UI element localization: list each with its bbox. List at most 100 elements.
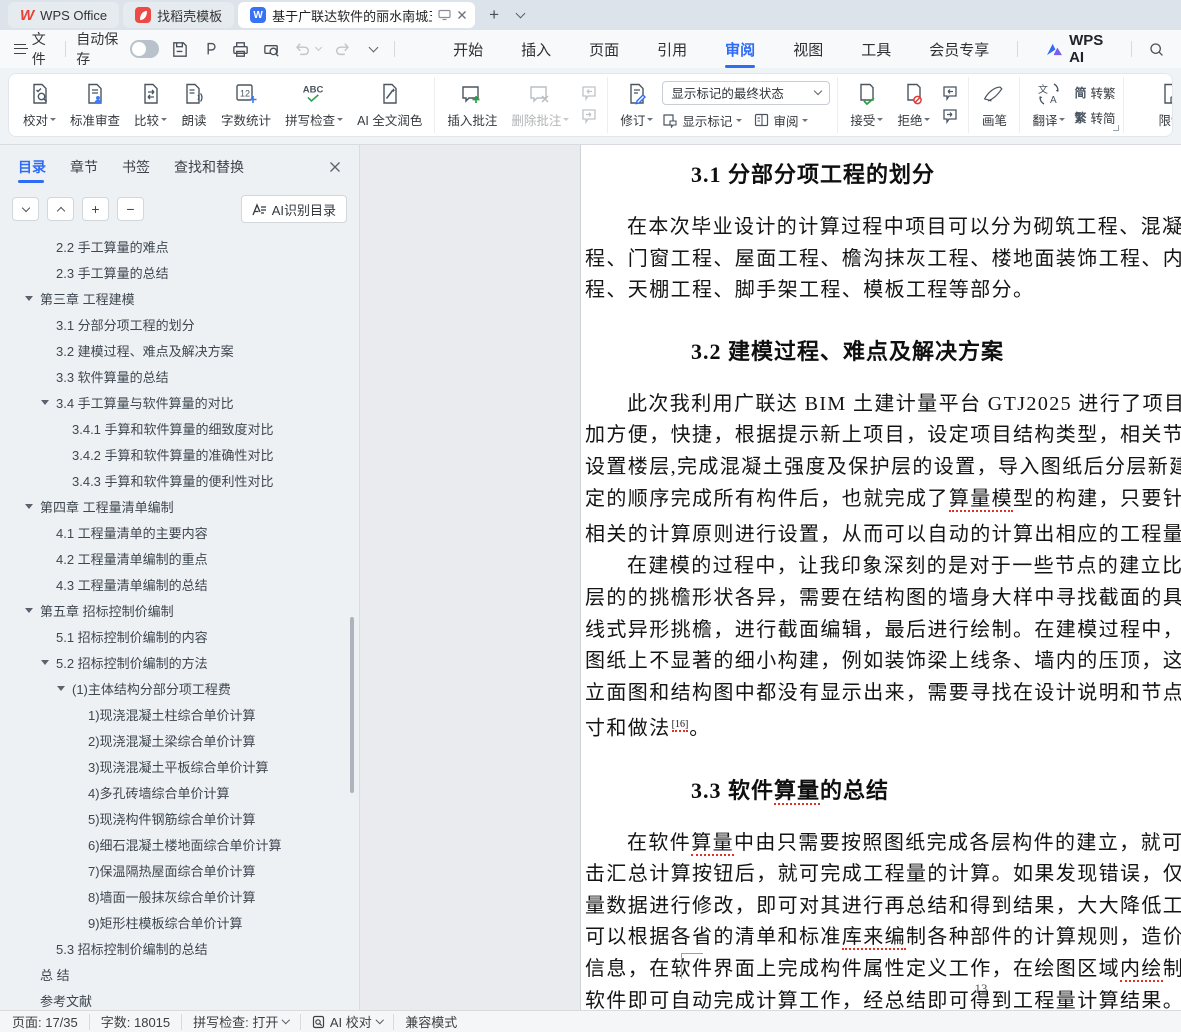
undo-button[interactable]: [292, 37, 313, 61]
restrict-edit-button[interactable]: 限制: [1153, 79, 1173, 131]
expand-all-button[interactable]: [12, 197, 39, 221]
toc-item[interactable]: 1)现浇混凝土柱综合单价计算: [0, 701, 359, 727]
document-page[interactable]: 3.1 分部分项工程的划分在本次毕业设计的计算过程中项目可以分为砌筑工程、混凝土…: [580, 145, 1181, 1010]
next-revision-icon[interactable]: [939, 108, 961, 126]
toc-item[interactable]: 总 结: [0, 961, 359, 987]
translate-button[interactable]: 文A 翻译: [1027, 79, 1070, 131]
wps-ai-button[interactable]: WPS AI: [1046, 32, 1111, 66]
show-markup-button[interactable]: 显示标记: [662, 111, 742, 130]
collapse-all-button[interactable]: [47, 197, 74, 221]
collapse-arrow-icon[interactable]: [25, 608, 33, 613]
ai-proofread-status[interactable]: AI 校对: [312, 1012, 382, 1031]
toc-item[interactable]: 6)细石混凝土楼地面综合单价计算: [0, 831, 359, 857]
menu-tab-页面[interactable]: 页面: [587, 31, 621, 68]
menu-tab-会员专享[interactable]: 会员专享: [927, 31, 991, 68]
toc-item[interactable]: 3.2 建模过程、难点及解决方案: [0, 337, 359, 363]
toc-item[interactable]: (1)主体结构分部分项工程费: [0, 675, 359, 701]
previous-revision-icon[interactable]: [939, 85, 961, 103]
ai-polish-button[interactable]: AI 全文润色: [352, 79, 427, 131]
to-simplified-button[interactable]: 繁 转简: [1074, 108, 1115, 127]
toc-item[interactable]: 3.1 分部分项工程的划分: [0, 311, 359, 337]
save-button[interactable]: [169, 37, 190, 61]
file-menu[interactable]: 文件: [14, 29, 55, 69]
delete-comment-button[interactable]: 删除批注: [506, 79, 574, 131]
insert-comment-button[interactable]: 插入批注: [442, 79, 502, 131]
sidebar-tab-查找和替换[interactable]: 查找和替换: [174, 145, 244, 189]
search-icon[interactable]: [1146, 37, 1167, 61]
toc-item[interactable]: 3.4.2 手算和软件算量的准确性对比: [0, 441, 359, 467]
toc-item[interactable]: 3.4 手工算量与软件算量的对比: [0, 389, 359, 415]
next-comment-icon[interactable]: [578, 108, 600, 126]
toc-item[interactable]: 2.3 手工算量的总结: [0, 259, 359, 285]
tab-docer-templates[interactable]: 找稻壳模板: [123, 2, 234, 28]
toc-item[interactable]: 5.3 招标控制价编制的总结: [0, 935, 359, 961]
menu-tab-视图[interactable]: 视图: [791, 31, 825, 68]
markup-state-select[interactable]: 显示标记的最终状态: [662, 81, 830, 105]
spell-check-button[interactable]: ABC 拼写检查: [280, 79, 348, 131]
collapse-arrow-icon[interactable]: [41, 660, 49, 665]
brush-button[interactable]: 画笔: [976, 79, 1012, 131]
export-pdf-button[interactable]: [200, 37, 221, 61]
sidebar-scrollbar[interactable]: [350, 617, 354, 793]
toc-item[interactable]: 4.1 工程量清单的主要内容: [0, 519, 359, 545]
menu-tab-开始[interactable]: 开始: [451, 31, 485, 68]
close-sidebar-icon[interactable]: [329, 161, 341, 173]
menu-tab-审阅[interactable]: 审阅: [723, 31, 757, 68]
toc-item[interactable]: 7)保温隔热屋面综合单价计算: [0, 857, 359, 883]
revision-button[interactable]: 修订: [615, 79, 658, 131]
toc-item[interactable]: 第五章 招标控制价编制: [0, 597, 359, 623]
toc-item[interactable]: 8)墙面一般抹灰综合单价计算: [0, 883, 359, 909]
collapse-arrow-icon[interactable]: [25, 504, 33, 509]
toc-item[interactable]: 5.2 招标控制价编制的方法: [0, 649, 359, 675]
toc-item[interactable]: 4.2 工程量清单编制的重点: [0, 545, 359, 571]
tab-wps-office[interactable]: W WPS Office: [8, 2, 119, 28]
more-quick-tools-dropdown[interactable]: [364, 37, 385, 61]
accept-button[interactable]: 接受: [845, 79, 888, 131]
zoom-in-outline-button[interactable]: +: [82, 197, 109, 221]
undo-dropdown[interactable]: [314, 37, 323, 61]
toc-item[interactable]: 第三章 工程建模: [0, 285, 359, 311]
word-count-button[interactable]: 12 字数统计: [216, 79, 276, 131]
sidebar-tab-书签[interactable]: 书签: [122, 145, 150, 189]
review-pane-button[interactable]: 审阅: [754, 111, 808, 130]
toc-item[interactable]: 3.4.1 手算和软件算量的细致度对比: [0, 415, 359, 441]
zoom-out-outline-button[interactable]: −: [117, 197, 144, 221]
close-tab-icon[interactable]: [457, 10, 467, 20]
spellcheck-status[interactable]: 拼写检查: 打开: [193, 1012, 289, 1031]
proofread-button[interactable]: 校对: [18, 79, 61, 131]
toc-item[interactable]: 3.4.3 手算和软件算量的便利性对比: [0, 467, 359, 493]
autosave-toggle[interactable]: [130, 40, 159, 58]
toc-item[interactable]: 3.3 软件算量的总结: [0, 363, 359, 389]
standard-review-button[interactable]: 标准审查: [65, 79, 125, 131]
toc-item[interactable]: 5)现浇构件钢筋综合单价计算: [0, 805, 359, 831]
toc-item[interactable]: 参考文献: [0, 987, 359, 1010]
collapse-arrow-icon[interactable]: [57, 686, 65, 691]
print-button[interactable]: [230, 37, 251, 61]
toc-item[interactable]: 5.1 招标控制价编制的内容: [0, 623, 359, 649]
toc-item[interactable]: 第四章 工程量清单编制: [0, 493, 359, 519]
sidebar-tab-章节[interactable]: 章节: [70, 145, 98, 189]
collapse-arrow-icon[interactable]: [25, 296, 33, 301]
tab-document[interactable]: W 基于广联达软件的丽水南城五: [238, 2, 475, 28]
print-preview-button[interactable]: [261, 37, 282, 61]
compare-button[interactable]: 比较: [129, 79, 172, 131]
menu-tab-引用[interactable]: 引用: [655, 31, 689, 68]
read-aloud-button[interactable]: 朗读: [176, 79, 212, 131]
toc-item[interactable]: 3)现浇混凝土平板综合单价计算: [0, 753, 359, 779]
ai-recognize-toc-button[interactable]: AI识别目录: [241, 195, 347, 223]
toc-item[interactable]: 9)矩形柱模板综合单价计算: [0, 909, 359, 935]
toc-item[interactable]: 2.2 手工算量的难点: [0, 233, 359, 259]
previous-comment-icon[interactable]: [578, 85, 600, 103]
group-expand-icon[interactable]: [1113, 125, 1119, 131]
toc-item[interactable]: 4)多孔砖墙综合单价计算: [0, 779, 359, 805]
reject-button[interactable]: 拒绝: [892, 79, 935, 131]
menu-tab-工具[interactable]: 工具: [859, 31, 893, 68]
toc-item[interactable]: 2)现浇混凝土梁综合单价计算: [0, 727, 359, 753]
new-tab-button[interactable]: +: [483, 4, 505, 26]
toc-item[interactable]: 4.3 工程量清单编制的总结: [0, 571, 359, 597]
sidebar-tab-目录[interactable]: 目录: [18, 145, 46, 189]
redo-button[interactable]: [333, 37, 354, 61]
tab-list-dropdown[interactable]: [509, 4, 531, 26]
menu-tab-插入[interactable]: 插入: [519, 31, 553, 68]
collapse-arrow-icon[interactable]: [41, 400, 49, 405]
